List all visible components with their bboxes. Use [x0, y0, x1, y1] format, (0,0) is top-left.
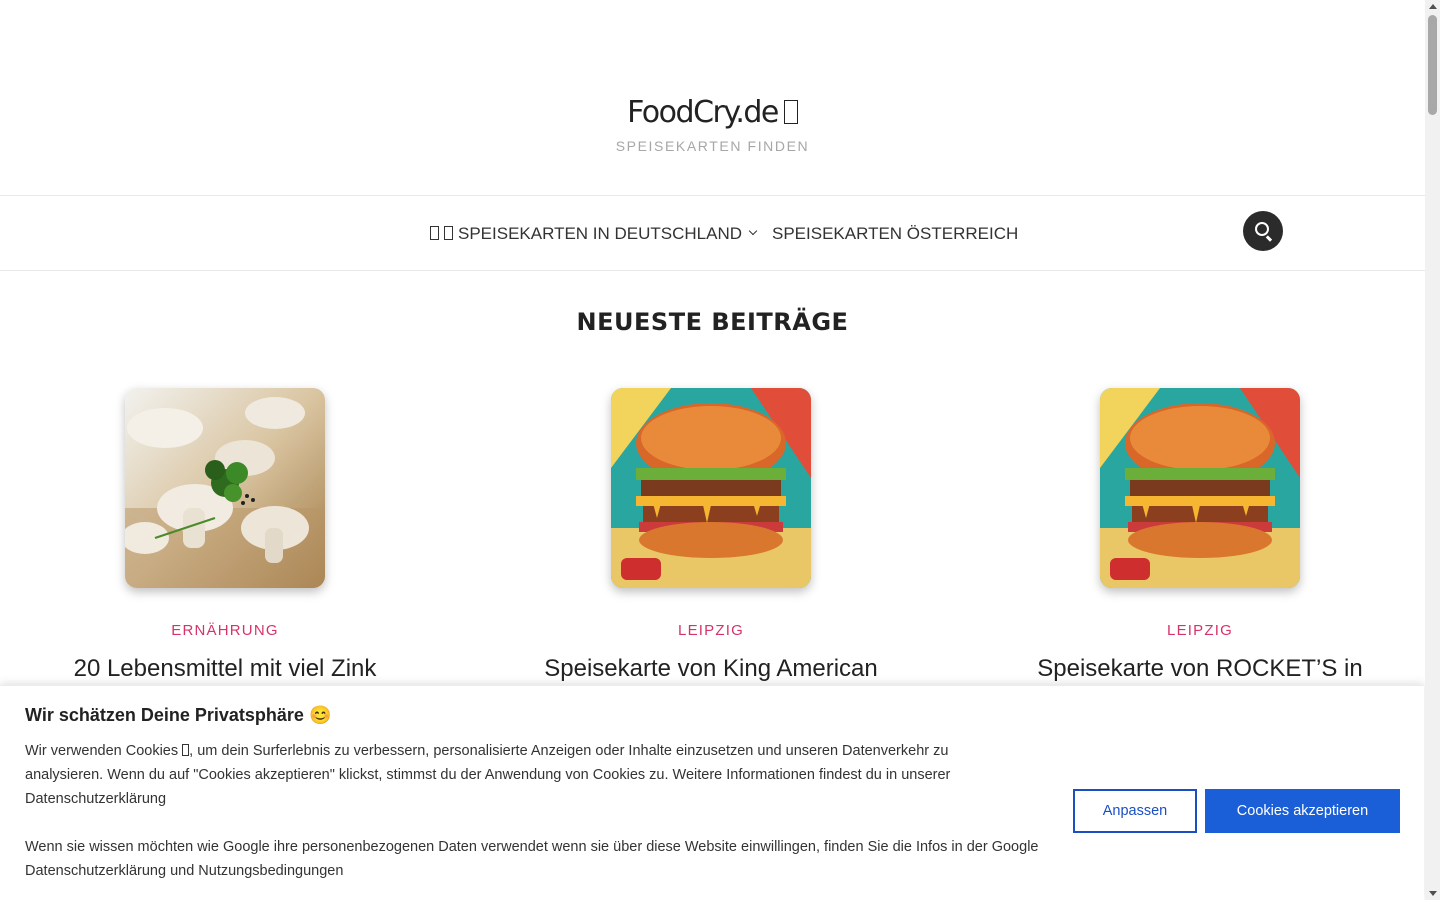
cookie-text-part1: Wir verwenden Cookies — [25, 743, 183, 759]
scroll-down-arrow-icon[interactable] — [1429, 891, 1437, 896]
mushrooms-photo — [125, 388, 325, 588]
scroll-up-arrow-icon[interactable] — [1429, 4, 1437, 9]
site-title-text[interactable]: FoodCry.de — [627, 95, 779, 130]
post-card: Ernährung 20 Lebensmittel mit viel Zink — [25, 388, 425, 683]
nav-item-oesterreich[interactable]: Speisekarten Österreich — [772, 224, 1018, 244]
cookie-banner: Wir schätzen Deine Privatsphäre 😊 Wir ve… — [0, 685, 1424, 900]
scrollbar-thumb[interactable] — [1428, 15, 1437, 115]
post-title[interactable]: 20 Lebensmittel mit viel Zink — [25, 655, 425, 683]
cookie-banner-text: Wir verwenden Cookies , um dein Surferle… — [25, 739, 1025, 811]
burger-illustration — [1100, 388, 1300, 588]
accept-cookies-button[interactable]: Cookies akzeptieren — [1205, 789, 1400, 833]
customize-button[interactable]: Anpassen — [1073, 789, 1197, 833]
flag-icon — [430, 226, 439, 240]
nav-item-label: Speisekarten in Deutschland — [458, 224, 743, 243]
chevron-down-icon — [748, 226, 758, 236]
post-card: Leipzig Speisekarte von King American — [511, 388, 911, 683]
flag-icon — [444, 226, 453, 240]
nav-item-deutschland[interactable]: Speisekarten in Deutschland — [430, 224, 758, 244]
site-tagline: Speisekarten finden — [615, 138, 810, 154]
page: FoodCry.de Speisekarten finden Speisekar… — [0, 0, 1425, 900]
site-title[interactable]: FoodCry.de — [0, 95, 1425, 130]
scrollbar[interactable] — [1425, 0, 1440, 900]
post-thumbnail[interactable] — [611, 388, 811, 588]
post-title[interactable]: Speisekarte von ROCKET’S in — [1000, 655, 1400, 683]
missing-emoji-icon — [783, 100, 798, 124]
privacy-policy-link[interactable]: Datenschutzerklärung — [25, 791, 166, 807]
cookie-banner-title: Wir schätzen Deine Privatsphäre 😊 — [25, 705, 332, 725]
nav-item-label: Speisekarten Österreich — [772, 224, 1019, 243]
post-category[interactable]: Ernährung — [25, 622, 425, 639]
section-title: Neueste Beiträge — [576, 308, 849, 336]
post-category[interactable]: Leipzig — [511, 622, 911, 639]
post-card: Leipzig Speisekarte von ROCKET’S in — [1000, 388, 1400, 683]
post-thumbnail[interactable] — [125, 388, 325, 588]
google-info-text: Wenn sie wissen möchten wie Google ihre … — [25, 835, 1075, 883]
main-navigation: Speisekarten in Deutschland Speisekarten… — [0, 196, 1425, 271]
post-category[interactable]: Leipzig — [1000, 622, 1400, 639]
google-text: Wenn sie wissen möchten wie Google ihre … — [25, 839, 992, 855]
burger-illustration — [611, 388, 811, 588]
post-thumbnail[interactable] — [1100, 388, 1300, 588]
post-title[interactable]: Speisekarte von King American — [511, 655, 911, 683]
site-header: FoodCry.de Speisekarten finden — [0, 0, 1425, 196]
search-button[interactable] — [1243, 211, 1283, 251]
